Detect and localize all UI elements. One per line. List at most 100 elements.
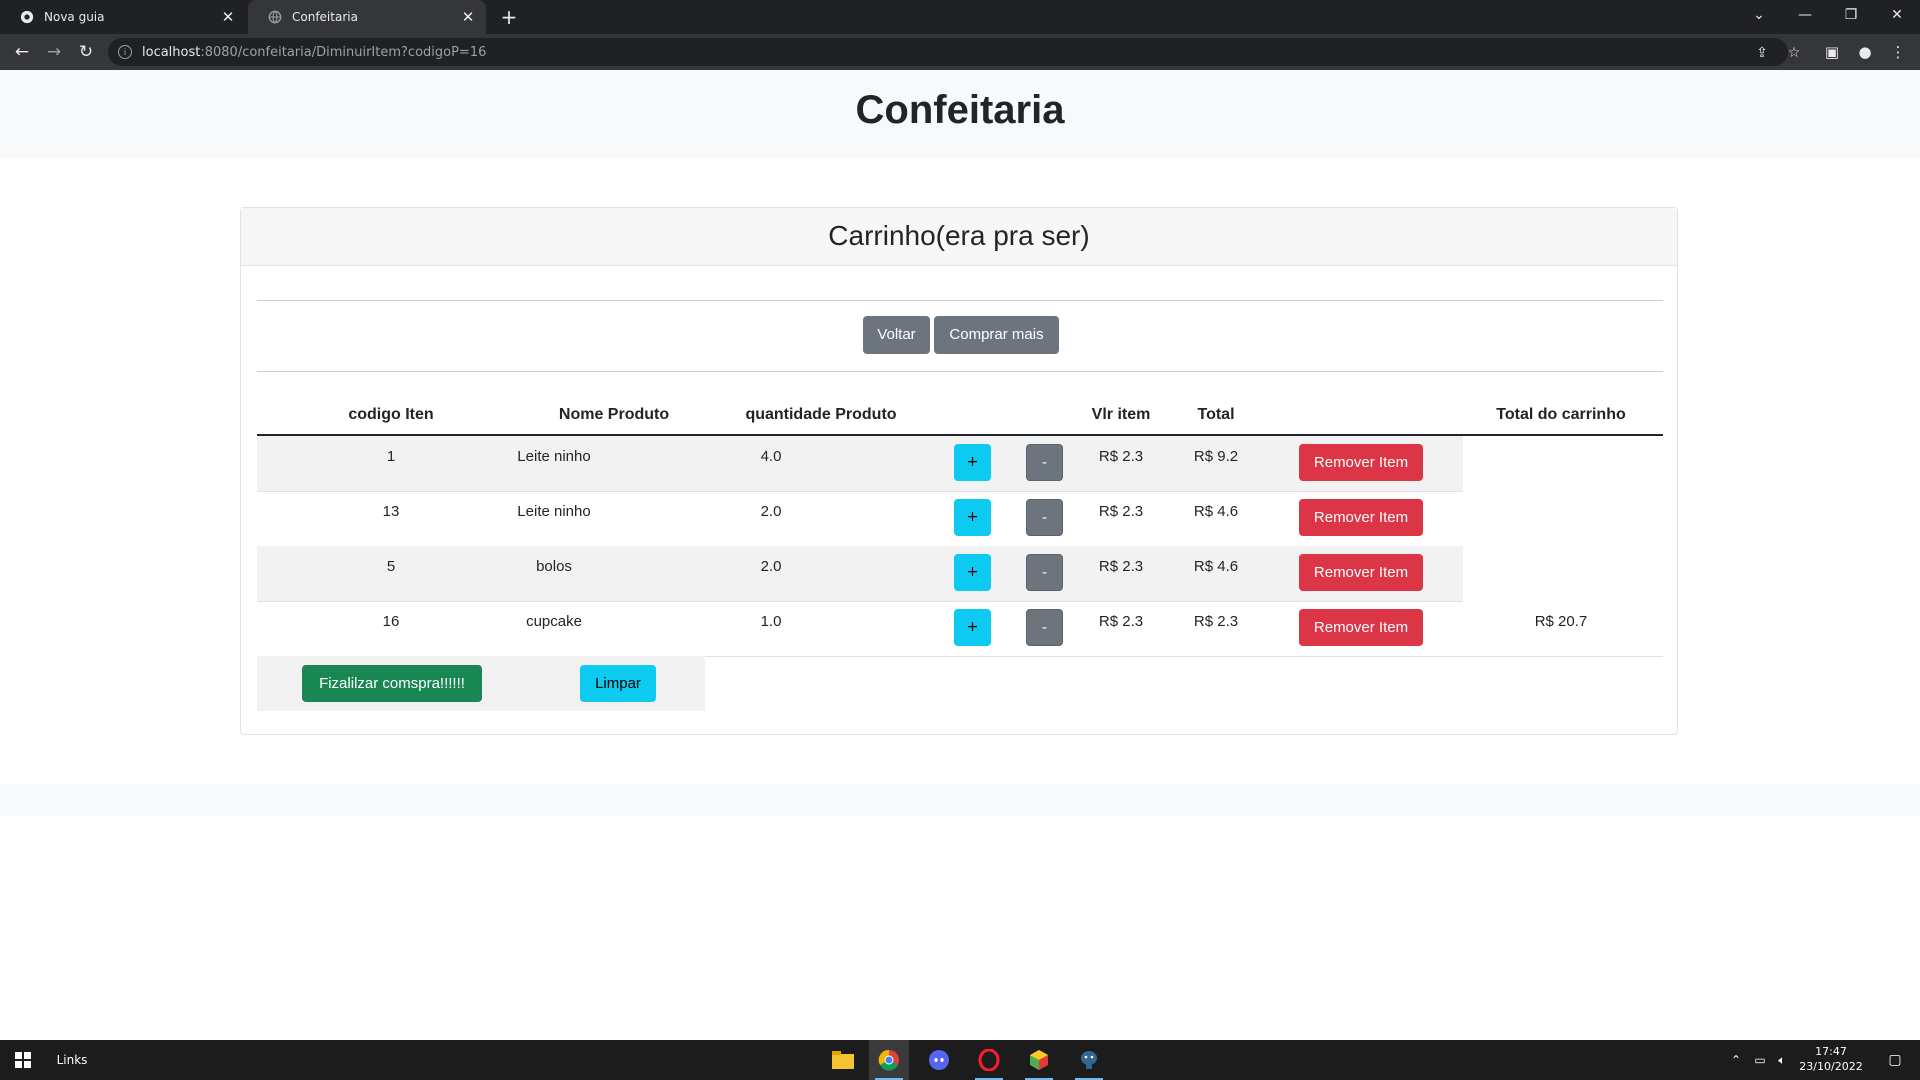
taskbar: Links ⌃ ▭ 🔈︎ 17:47 23/10/2022 ▢ — [0, 1040, 1920, 1080]
system-clock[interactable]: 17:47 23/10/2022 — [1796, 1044, 1866, 1074]
cell-vlr-item: R$ 2.3 — [1098, 503, 1144, 520]
cell-quantidade: 1.0 — [760, 613, 782, 630]
remover-item-button[interactable]: Remover Item — [1299, 444, 1423, 481]
restore-button[interactable]: ❐ — [1828, 0, 1874, 30]
cell-total: R$ 4.6 — [1193, 558, 1239, 575]
tab-title: Nova guia — [44, 10, 105, 24]
new-tab-button[interactable]: + — [496, 4, 522, 30]
more-menu-icon[interactable]: ⋮ — [1888, 42, 1908, 62]
address-bar[interactable]: i localhost:8080/confeitaria/DiminuirIte… — [108, 38, 1800, 66]
decrease-button[interactable]: - — [1026, 609, 1063, 646]
cart-card: Carrinho(era pra ser) Voltar Comprar mai… — [240, 207, 1678, 735]
remover-item-button[interactable]: Remover Item — [1299, 554, 1423, 591]
header-codigo: codigo Iten — [348, 406, 434, 423]
cell-vlr-item: R$ 2.3 — [1098, 558, 1144, 575]
decrease-button[interactable]: - — [1026, 499, 1063, 536]
profile-icon[interactable]: ● — [1855, 42, 1875, 62]
header-quantidade: quantidade Produto — [745, 406, 897, 423]
table-row: 1 Leite ninho 4.0 + - R$ 2.3 R$ 9.2 Remo… — [257, 436, 1463, 491]
notifications-icon[interactable]: ▢ — [1880, 1040, 1910, 1080]
cell-vlr-item: R$ 2.3 — [1098, 448, 1144, 465]
volume-icon[interactable]: 🔈︎ — [1772, 1040, 1792, 1080]
voltar-button[interactable]: Voltar — [863, 316, 930, 354]
tab-search-chevron-icon[interactable]: ⌄ — [1736, 0, 1782, 30]
share-icon[interactable]: ⇪ — [1754, 45, 1770, 61]
folder-icon — [832, 1051, 854, 1069]
discord-icon — [929, 1050, 949, 1070]
cell-nome: cupcake — [526, 613, 582, 630]
network-icon[interactable]: ▭ — [1750, 1040, 1770, 1080]
decrease-button[interactable]: - — [1026, 554, 1063, 591]
page-header: Confeitaria — [0, 70, 1920, 158]
cell-total: R$ 4.6 — [1193, 503, 1239, 520]
cell-nome: Leite ninho — [517, 503, 591, 520]
tray-chevron-icon[interactable]: ⌃ — [1726, 1040, 1746, 1080]
cell-quantidade: 2.0 — [760, 503, 782, 520]
bookmark-star-icon[interactable]: ☆ — [1786, 45, 1802, 61]
card-title: Carrinho(era pra ser) — [828, 220, 1090, 251]
increase-button[interactable]: + — [954, 499, 991, 536]
close-window-button[interactable]: ✕ — [1874, 0, 1920, 30]
header-nome: Nome Produto — [558, 406, 670, 423]
discord-taskbar-icon[interactable] — [919, 1040, 959, 1080]
remover-item-button[interactable]: Remover Item — [1299, 609, 1423, 646]
header-total: Total — [1197, 406, 1235, 423]
finalizar-compra-button[interactable]: Fizalilzar comspra!!!!!! — [302, 665, 482, 702]
opera-taskbar-icon[interactable] — [969, 1040, 1009, 1080]
browser-tab-bar: Nova guia ✕ Confeitaria ✕ + ⌄ — ❐ ✕ — [0, 0, 1920, 34]
cell-codigo: 16 — [382, 613, 400, 630]
url-path: :8080/confeitaria/DiminuirItem?codigoP=1… — [200, 44, 487, 60]
app-icon — [1030, 1050, 1048, 1070]
forward-arrow-icon[interactable]: → — [42, 40, 66, 64]
cell-total: R$ 9.2 — [1193, 448, 1239, 465]
close-tab-icon[interactable]: ✕ — [218, 8, 238, 26]
tab-confeitaria[interactable]: Confeitaria ✕ — [248, 0, 486, 34]
chrome-taskbar-icon[interactable] — [869, 1040, 909, 1080]
increase-button[interactable]: + — [954, 554, 991, 591]
start-button[interactable] — [0, 1040, 46, 1080]
opera-icon — [978, 1049, 1000, 1071]
comprar-mais-button[interactable]: Comprar mais — [934, 316, 1059, 354]
decrease-button[interactable]: - — [1026, 444, 1063, 481]
cell-nome: bolos — [536, 558, 572, 575]
limpar-button[interactable]: Limpar — [580, 665, 656, 702]
total-carrinho-value: R$ 20.7 — [1534, 613, 1588, 630]
side-panel-icon[interactable]: ▣ — [1822, 42, 1842, 62]
file-explorer-icon[interactable] — [823, 1040, 863, 1080]
table-row: 16 cupcake 1.0 + - R$ 2.3 R$ 2.3 Remover… — [257, 601, 1463, 656]
close-tab-icon[interactable]: ✕ — [458, 8, 478, 26]
page-content: Confeitaria Carrinho(era pra ser) Voltar… — [0, 70, 1920, 1040]
table-row: 13 Leite ninho 2.0 + - R$ 2.3 R$ 4.6 Rem… — [257, 491, 1463, 546]
links-toolbar[interactable]: Links — [52, 1040, 92, 1080]
increase-button[interactable]: + — [954, 609, 991, 646]
cell-vlr-item: R$ 2.3 — [1098, 613, 1144, 630]
cell-total: R$ 2.3 — [1193, 613, 1239, 630]
globe-icon — [268, 10, 282, 24]
tab-title: Confeitaria — [292, 10, 358, 24]
postgresql-icon — [1081, 1051, 1097, 1069]
card-header: Carrinho(era pra ser) — [241, 208, 1677, 266]
minimize-button[interactable]: — — [1782, 0, 1828, 30]
cell-nome: Leite ninho — [517, 448, 591, 465]
clock-time: 17:47 — [1815, 1045, 1847, 1058]
chrome-icon — [20, 10, 34, 24]
browser-toolbar: ← → ↻ i localhost:8080/confeitaria/Dimin… — [0, 34, 1920, 70]
postgresql-taskbar-icon[interactable] — [1069, 1040, 1109, 1080]
header-vlr-item: Vlr item — [1091, 406, 1151, 423]
chrome-icon — [878, 1049, 899, 1071]
back-arrow-icon[interactable]: ← — [10, 40, 34, 64]
increase-button[interactable]: + — [954, 444, 991, 481]
divider — [257, 300, 1663, 301]
app-taskbar-icon[interactable] — [1019, 1040, 1059, 1080]
page-footer — [0, 784, 1920, 816]
clock-date: 23/10/2022 — [1799, 1060, 1863, 1073]
reload-icon[interactable]: ↻ — [74, 40, 98, 64]
cart-actions-row: Fizalilzar comspra!!!!!! Limpar — [257, 656, 705, 711]
remover-item-button[interactable]: Remover Item — [1299, 499, 1423, 536]
url-host: localhost — [142, 44, 201, 60]
site-info-icon[interactable]: i — [118, 45, 132, 59]
cell-quantidade: 2.0 — [760, 558, 782, 575]
tab-nova-guia[interactable]: Nova guia ✕ — [0, 0, 246, 34]
cell-codigo: 13 — [382, 503, 400, 520]
cell-codigo: 1 — [386, 448, 396, 465]
